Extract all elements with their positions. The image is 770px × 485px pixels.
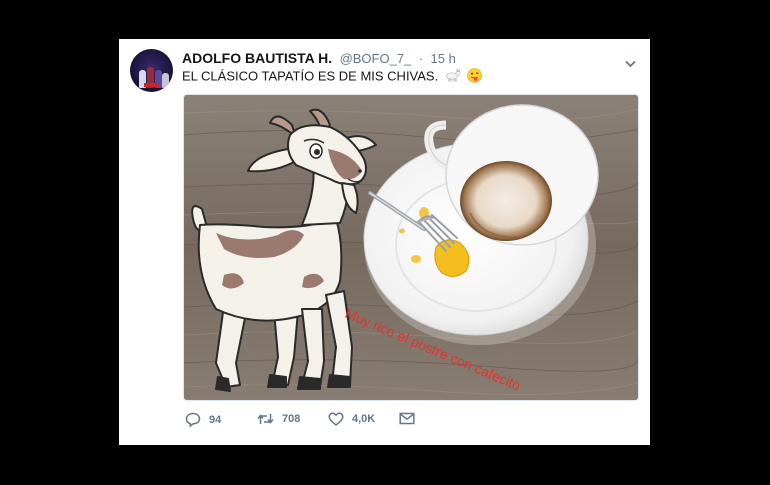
- winking-face-tongue-icon: [467, 68, 483, 86]
- envelope-icon: [399, 412, 415, 425]
- reply-action[interactable]: 94: [185, 412, 221, 427]
- author-name[interactable]: ADOLFO BAUTISTA H.: [182, 50, 332, 66]
- tweet-card[interactable]: ADOLFO BAUTISTA H. @BOFO_7_ · 15 h EL CL…: [119, 39, 650, 445]
- like-action[interactable]: 4,0K: [328, 412, 375, 426]
- retweet-action[interactable]: 708: [257, 412, 300, 426]
- retweet-count: 708: [282, 413, 301, 425]
- tweet-media-image[interactable]: Muy rico el postre con cafecito: [183, 94, 639, 401]
- chevron-down-icon[interactable]: [625, 55, 636, 68]
- heart-icon: [328, 412, 344, 426]
- goat-emoji-icon: [445, 69, 461, 85]
- avatar[interactable]: [130, 49, 173, 92]
- reply-count: 94: [209, 413, 222, 426]
- like-count: 4,0K: [352, 413, 376, 425]
- tweet-text: EL CLÁSICO TAPATÍO ES DE MIS CHIVAS.: [182, 68, 439, 84]
- tweet-header: ADOLFO BAUTISTA H. @BOFO_7_ · 15 h: [182, 50, 456, 68]
- retweet-icon: [257, 414, 274, 424]
- direct-message-action[interactable]: [399, 412, 423, 425]
- tweet-text-line: EL CLÁSICO TAPATÍO ES DE MIS CHIVAS.: [182, 68, 483, 86]
- author-handle[interactable]: @BOFO_7_: [340, 51, 412, 66]
- timestamp[interactable]: 15 h: [431, 51, 456, 66]
- separator: ·: [418, 51, 424, 66]
- reply-icon: [185, 412, 201, 427]
